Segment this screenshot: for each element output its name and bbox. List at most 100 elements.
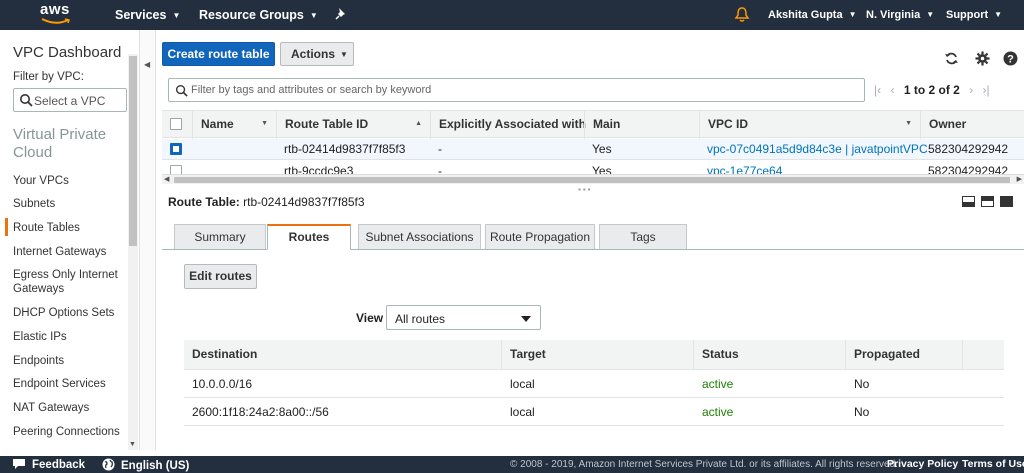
tab-tags[interactable]: Tags [599, 224, 687, 249]
sidebar-item-peering-connections[interactable]: Peering Connections [13, 425, 123, 439]
row-main: Yes [592, 142, 612, 156]
sidebar-title[interactable]: VPC Dashboard [13, 44, 121, 61]
sidebar-item-route-tables[interactable]: Route Tables [13, 221, 123, 235]
pin-icon[interactable] [334, 7, 348, 21]
support-menu[interactable]: Support ▼ [946, 9, 1002, 21]
chevron-down-icon: ▼ [848, 10, 857, 19]
region-menu[interactable]: N. Virginia ▼ [866, 9, 934, 21]
tab-route-propagation[interactable]: Route Propagation [485, 224, 595, 249]
sidebar-item-egress-only-internet-gateways[interactable]: Egress Only Internet Gateways [13, 268, 123, 296]
row-vpc-link[interactable]: vpc-07c0491a5d9d84c3e | javatpointVPC [707, 142, 928, 156]
table-row: 10.0.0.0/16 local active No [184, 370, 1004, 398]
select-all-checkbox[interactable] [170, 118, 182, 130]
view-select[interactable]: All routes [386, 305, 541, 330]
footer: Feedback English (US) © 2008 - 2019, Ama… [0, 456, 1024, 473]
route-status: active [702, 377, 734, 391]
row-explicit: - [438, 142, 442, 156]
grid-scroll-thumb[interactable] [174, 177, 1010, 183]
col-explicitly-associated-label: Explicitly Associated with [439, 117, 586, 131]
create-route-table-button[interactable]: Create route table [162, 42, 275, 66]
search-input[interactable] [191, 82, 851, 98]
layout-split-icon[interactable] [981, 196, 994, 207]
gear-icon[interactable] [975, 51, 990, 66]
col-owner[interactable]: Owner [920, 111, 1024, 139]
sidebar-item-subnets[interactable]: Subnets [13, 197, 123, 211]
sidebar-item-your-vpcs[interactable]: Your VPCs [13, 174, 123, 188]
sidebar-scroll-thumb[interactable] [129, 56, 137, 246]
scroll-down-icon[interactable]: ▼ [129, 441, 136, 448]
copyright-text: © 2008 - 2019, Amazon Internet Services … [510, 459, 898, 470]
layout-full-icon[interactable] [1000, 196, 1013, 207]
route-target: local [510, 405, 535, 419]
sidebar-item-internet-gateways[interactable]: Internet Gateways [13, 245, 123, 259]
terms-of-use-link[interactable]: Terms of Use [962, 458, 1024, 470]
col-status: Status [694, 340, 846, 370]
sidebar-collapse-rail[interactable]: ◀ [140, 30, 156, 450]
next-page-icon[interactable]: › [969, 83, 973, 97]
globe-icon [102, 458, 115, 471]
sort-up-icon: ▲ [415, 120, 422, 127]
detail-label: Route Table: [168, 195, 240, 209]
splitter-handle[interactable]: ▪▪▪ [578, 185, 593, 194]
table-row[interactable]: rtb-02414d9837f7f85f3 - Yes vpc-07c0491a… [162, 139, 1024, 160]
sidebar-item-nat-gateways[interactable]: NAT Gateways [13, 401, 123, 415]
language-selector[interactable]: English (US) [102, 458, 189, 472]
sidebar-item-endpoints[interactable]: Endpoints [13, 354, 123, 368]
user-name: Akshita Gupta [768, 9, 843, 21]
tab-routes[interactable]: Routes [267, 224, 351, 250]
col-main[interactable]: Main [584, 111, 699, 139]
aws-smile-icon [41, 18, 70, 24]
aws-logo[interactable]: aws [40, 1, 72, 27]
help-icon[interactable]: ? [1003, 51, 1018, 66]
vpc-filter-placeholder: Select a VPC [34, 94, 106, 108]
filter-search-box[interactable] [168, 78, 865, 102]
top-nav: aws Services ▼ Resource Groups ▼ Akshita G… [0, 0, 1024, 30]
search-icon [20, 94, 33, 107]
scroll-left-icon[interactable]: ◀ [164, 175, 169, 183]
sidebar-scrollbar[interactable]: ▼ [128, 54, 138, 450]
services-label: Services [115, 8, 167, 22]
col-owner-label: Owner [929, 117, 967, 131]
col-destination: Destination [184, 340, 502, 370]
filter-by-vpc-label: Filter by VPC: [13, 71, 84, 83]
grid-header: Name ▼ Route Table ID ▲ Explicitly Associa… [162, 110, 1024, 139]
chevron-down-icon: ▼ [340, 50, 348, 59]
language-label: English (US) [121, 460, 190, 472]
collapse-left-icon[interactable]: ◀ [144, 60, 150, 69]
first-page-icon[interactable]: |‹ [874, 83, 881, 97]
select-all-cell [162, 111, 192, 139]
edit-routes-button[interactable]: Edit routes [184, 264, 257, 289]
tab-subnet-associations[interactable]: Subnet Associations [358, 224, 481, 249]
resource-groups-menu[interactable]: Resource Groups ▼ [199, 8, 318, 22]
sidebar-item-dhcp-options-sets[interactable]: DHCP Options Sets [13, 306, 123, 320]
privacy-policy-link[interactable]: Privacy Policy [887, 458, 958, 470]
actions-label: Actions [291, 47, 336, 61]
vpc-filter-select[interactable]: Select a VPC [13, 88, 127, 112]
col-target: Target [502, 340, 694, 370]
grid-horizontal-scrollbar[interactable]: ◀ ▶ [162, 174, 1024, 184]
detail-title: Route Table: rtb-02414d9837f7f85f3 [168, 195, 365, 209]
col-main-label: Main [593, 117, 621, 131]
tab-summary[interactable]: Summary [174, 224, 266, 249]
bell-icon[interactable] [734, 6, 750, 23]
user-menu[interactable]: Akshita Gupta ▼ [768, 9, 857, 21]
services-menu[interactable]: Services ▼ [115, 8, 180, 22]
sidebar-item-elastic-ips[interactable]: Elastic IPs [13, 330, 123, 344]
col-name[interactable]: Name ▼ [192, 111, 276, 139]
svg-text:?: ? [1007, 54, 1014, 66]
prev-page-icon[interactable]: ‹ [890, 83, 894, 97]
sidebar-item-endpoint-services[interactable]: Endpoint Services [13, 377, 123, 391]
sidebar: VPC Dashboard Filter by VPC: Select a VP… [0, 30, 140, 450]
last-page-icon[interactable]: ›| [983, 83, 990, 97]
scroll-right-icon[interactable]: ▶ [1017, 175, 1022, 183]
row-checkbox[interactable] [170, 143, 182, 155]
col-route-table-id[interactable]: Route Table ID ▲ [276, 111, 430, 139]
sort-icon: ▼ [905, 120, 912, 127]
active-item-marker [5, 218, 8, 236]
feedback-link[interactable]: Feedback [12, 458, 85, 471]
refresh-icon[interactable] [944, 51, 959, 66]
layout-bottom-icon[interactable] [962, 196, 975, 207]
actions-button[interactable]: Actions ▼ [280, 42, 354, 66]
col-explicitly-associated[interactable]: Explicitly Associated with [430, 111, 586, 139]
col-vpc-id[interactable]: VPC ID ▼ [699, 111, 920, 139]
